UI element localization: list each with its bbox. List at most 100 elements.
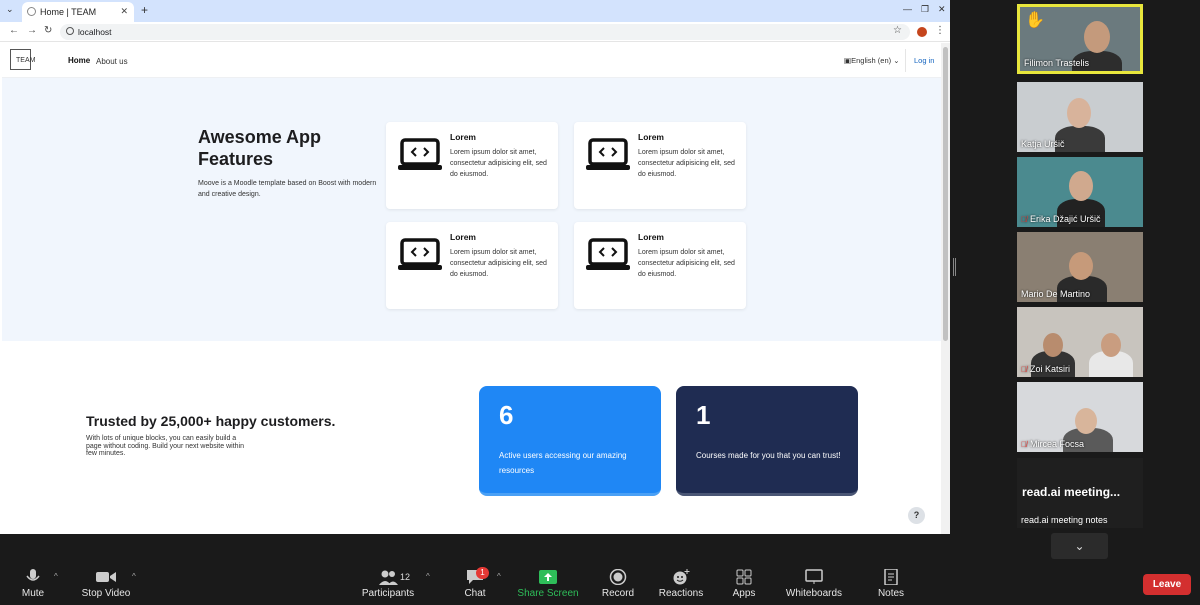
notes-button[interactable]: Notes	[874, 569, 908, 599]
apps-label: Apps	[732, 588, 756, 599]
stat-number: 1	[696, 400, 711, 430]
tab-title: Home | TEAM	[40, 7, 97, 17]
feature-card: Lorem Lorem ipsum dolor sit amet, consec…	[386, 122, 558, 209]
features-description: Moove is a Moodle template based on Boos…	[198, 180, 377, 198]
restore-icon[interactable]: ❐	[921, 4, 929, 15]
language-label: English (en)	[851, 56, 892, 65]
participant-tile-readai[interactable]: read.ai meeting... read.ai meeting notes	[1017, 458, 1143, 528]
video-camera-icon	[96, 572, 116, 582]
feature-card: Lorem Lorem ipsum dolor sit amet, consec…	[574, 122, 746, 209]
more-menu-icon[interactable]: ⋮	[935, 25, 945, 36]
minimize-icon[interactable]: —	[903, 4, 912, 14]
new-tab-icon[interactable]: +	[141, 3, 148, 17]
browser-tab[interactable]: Home | TEAM ✕	[22, 2, 134, 22]
close-window-icon[interactable]: ✕	[938, 4, 946, 15]
card-title: Lorem	[638, 232, 664, 242]
nav-home-link[interactable]: Home	[68, 56, 90, 65]
participant-tile[interactable]: Mario De Martino	[1017, 232, 1143, 302]
record-label: Record	[601, 588, 635, 599]
participants-icon	[379, 570, 398, 585]
url-input[interactable]: localhost ☆	[60, 24, 910, 40]
raised-hand-icon: ✋	[1025, 12, 1045, 29]
chat-caret-icon[interactable]: ^	[497, 572, 501, 581]
participant-tile[interactable]: 🎙̸ Mircea Focsa	[1017, 382, 1143, 452]
participant-name: read.ai meeting notes	[1021, 515, 1108, 525]
mute-label: Mute	[21, 588, 45, 599]
feature-card: Lorem Lorem ipsum dolor sit amet, consec…	[574, 222, 746, 309]
address-bar: ← → ↻ localhost ☆ ⋮	[0, 22, 950, 42]
video-options-caret-icon[interactable]: ^	[132, 572, 136, 581]
whiteboards-button[interactable]: Whiteboards	[783, 569, 845, 599]
trust-section: Trusted by 25,000+ happy customers. With…	[2, 341, 941, 534]
participant-name: Katja Uršič	[1021, 139, 1065, 149]
readai-title: read.ai meeting...	[1022, 485, 1121, 499]
login-link[interactable]: Log in	[905, 49, 934, 72]
scroll-thumb[interactable]	[943, 47, 948, 341]
muted-mic-icon: 🎙̸	[1021, 440, 1027, 449]
chat-label: Chat	[464, 588, 486, 599]
person-face	[1067, 98, 1091, 128]
mute-button[interactable]: Mute	[14, 569, 52, 599]
features-title: Awesome App Features	[198, 127, 322, 169]
stop-video-button[interactable]: Stop Video	[78, 569, 134, 599]
nav-about-link[interactable]: About us	[96, 57, 128, 66]
microphone-icon	[26, 569, 40, 581]
stat-number: 6	[499, 400, 514, 430]
card-text: Lorem ipsum dolor sit amet, consectetur …	[450, 149, 547, 178]
chevron-down-icon: ⌄	[893, 56, 900, 65]
participants-label: Participants	[361, 588, 415, 599]
forward-icon[interactable]: →	[27, 25, 37, 36]
participant-tile[interactable]: ✋ Filimon Trastelis	[1017, 4, 1143, 74]
record-icon	[609, 569, 627, 585]
site-navbar: TEAM Home About us ▣English (en) ⌄ Log i…	[2, 43, 941, 78]
back-icon[interactable]: ←	[9, 25, 19, 36]
card-text: Lorem ipsum dolor sit amet, consectetur …	[638, 249, 735, 278]
participant-count: 12	[400, 572, 411, 582]
person-face	[1075, 408, 1097, 434]
gallery-resize-handle[interactable]	[953, 258, 956, 276]
participant-tile[interactable]: 🎙̸ Erika Džajić Uršič	[1017, 157, 1143, 227]
tab-list-icon[interactable]: ⌄	[6, 4, 14, 15]
page-scrollbar[interactable]	[941, 43, 950, 534]
person-face	[1069, 252, 1093, 280]
participant-name: 🎙̸ Erika Džajić Uršič	[1021, 214, 1101, 224]
muted-mic-icon: 🎙̸	[1021, 365, 1027, 374]
apps-button[interactable]: Apps	[728, 569, 760, 599]
profile-avatar[interactable]	[917, 27, 927, 37]
bookmark-star-icon[interactable]: ☆	[893, 25, 902, 36]
participants-caret-icon[interactable]: ^	[426, 572, 430, 581]
stat-card-courses: 1 Courses made for you that you can trus…	[676, 386, 858, 496]
participant-name-text: Zoi Katsiri	[1030, 364, 1071, 374]
apps-icon	[736, 569, 752, 585]
close-tab-icon[interactable]: ✕	[120, 6, 128, 17]
gallery-scroll-down-button[interactable]: ⌄	[1051, 533, 1108, 559]
reload-icon[interactable]: ↻	[44, 25, 52, 36]
share-screen-button[interactable]: Share Screen	[516, 569, 580, 599]
record-button[interactable]: Record	[600, 569, 636, 599]
leave-button[interactable]: Leave	[1143, 574, 1191, 595]
laptop-code-icon	[586, 138, 630, 170]
card-text: Lorem ipsum dolor sit amet, consectetur …	[638, 149, 735, 178]
participant-tile[interactable]: 🎙̸ Zoi Katsiri	[1017, 307, 1143, 377]
participant-name: 🎙̸ Zoi Katsiri	[1021, 364, 1070, 374]
language-selector[interactable]: ▣English (en) ⌄	[844, 56, 900, 65]
audio-options-caret-icon[interactable]: ^	[54, 572, 58, 581]
participant-tile[interactable]: Katja Uršič	[1017, 82, 1143, 152]
person-face	[1084, 21, 1110, 53]
share-screen-label: Share Screen	[517, 588, 579, 599]
help-button[interactable]: ?	[908, 507, 925, 524]
url-text: localhost	[78, 27, 112, 37]
card-title: Lorem	[638, 132, 664, 142]
site-info-icon[interactable]	[66, 27, 74, 35]
smiley-icon	[673, 569, 690, 585]
participant-name-text: Erika Džajić Uršič	[1030, 214, 1101, 224]
card-title: Lorem	[450, 132, 476, 142]
browser-window: ⌄ Home | TEAM ✕ + — ❐ ✕ ← → ↻ localhost …	[0, 0, 950, 534]
stat-card-users: 6 Active users accessing our amazing res…	[479, 386, 661, 496]
notes-label: Notes	[877, 588, 905, 599]
person-face	[1101, 333, 1121, 357]
whiteboards-label: Whiteboards	[785, 588, 843, 599]
reactions-button[interactable]: Reactions	[658, 569, 704, 599]
tab-bar: ⌄ Home | TEAM ✕ + — ❐ ✕	[0, 0, 950, 22]
web-page: TEAM Home About us ▣English (en) ⌄ Log i…	[2, 43, 941, 534]
